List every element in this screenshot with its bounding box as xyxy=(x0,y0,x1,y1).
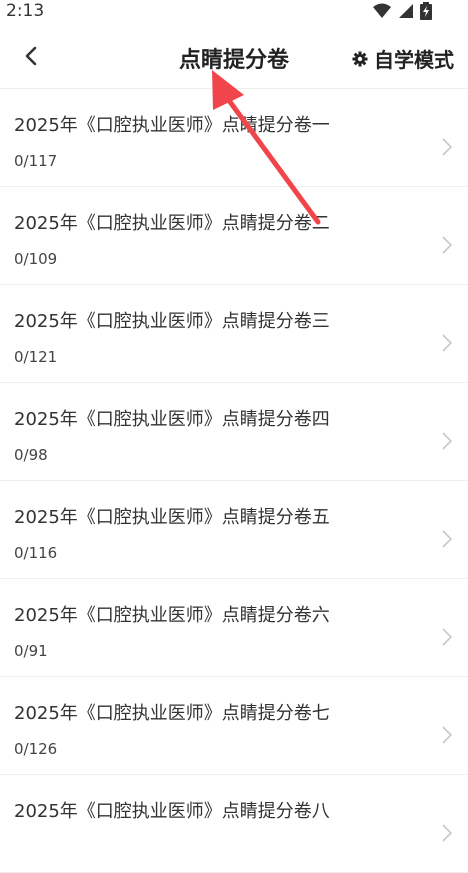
list-item[interactable]: 2025年《口腔执业医师》点睛提分卷七 0/126 xyxy=(0,677,468,775)
list-item[interactable]: 2025年《口腔执业医师》点睛提分卷二 0/109 xyxy=(0,187,468,285)
list-item-progress: 0/91 xyxy=(14,642,48,660)
chevron-right-icon xyxy=(442,628,453,646)
self-study-mode-button[interactable]: 自学模式 xyxy=(352,44,454,73)
wifi-icon xyxy=(373,3,391,18)
status-bar: 2:13 xyxy=(0,0,468,22)
chevron-right-icon xyxy=(442,334,453,352)
list-item-title: 2025年《口腔执业医师》点睛提分卷二 xyxy=(14,213,330,234)
chevron-right-icon xyxy=(442,530,453,548)
list-item-title: 2025年《口腔执业医师》点睛提分卷一 xyxy=(14,115,330,136)
chevron-right-icon xyxy=(442,726,453,744)
list-item-title: 2025年《口腔执业医师》点睛提分卷六 xyxy=(14,605,330,626)
list-item-title: 2025年《口腔执业医师》点睛提分卷四 xyxy=(14,409,330,430)
list-item-progress: 0/109 xyxy=(14,250,58,268)
list-item[interactable]: 2025年《口腔执业医师》点睛提分卷四 0/98 xyxy=(0,383,468,481)
mode-label: 自学模式 xyxy=(374,48,454,72)
status-time: 2:13 xyxy=(6,1,45,21)
list-item-progress: 0/121 xyxy=(14,348,58,366)
battery-icon xyxy=(420,2,432,20)
gear-icon xyxy=(352,51,368,66)
list-item[interactable]: 2025年《口腔执业医师》点睛提分卷三 0/121 xyxy=(0,285,468,383)
list-item[interactable]: 2025年《口腔执业医师》点睛提分卷八 xyxy=(0,775,468,873)
status-icons xyxy=(372,2,432,20)
list-item-title: 2025年《口腔执业医师》点睛提分卷三 xyxy=(14,311,330,332)
chevron-right-icon xyxy=(442,138,453,156)
list-item-title: 2025年《口腔执业医师》点睛提分卷七 xyxy=(14,703,330,724)
list-item[interactable]: 2025年《口腔执业医师》点睛提分卷六 0/91 xyxy=(0,579,468,677)
signal-icon xyxy=(399,4,413,18)
list-item-title: 2025年《口腔执业医师》点睛提分卷五 xyxy=(14,507,330,528)
list-item-progress: 0/116 xyxy=(14,544,58,562)
chevron-right-icon xyxy=(442,824,453,842)
chevron-right-icon xyxy=(442,236,453,254)
list-item-progress: 0/117 xyxy=(14,152,58,170)
chevron-right-icon xyxy=(442,432,453,450)
list-item[interactable]: 2025年《口腔执业医师》点睛提分卷五 0/116 xyxy=(0,481,468,579)
list-item-title: 2025年《口腔执业医师》点睛提分卷八 xyxy=(14,801,330,822)
list-item-progress: 0/98 xyxy=(14,446,48,464)
list-item[interactable]: 2025年《口腔执业医师》点睛提分卷一 0/117 xyxy=(0,89,468,187)
header: 点睛提分卷 自学模式 xyxy=(0,22,468,89)
list-item-progress: 0/126 xyxy=(14,740,58,758)
exam-paper-list: 2025年《口腔执业医师》点睛提分卷一 0/117 2025年《口腔执业医师》点… xyxy=(0,89,468,873)
